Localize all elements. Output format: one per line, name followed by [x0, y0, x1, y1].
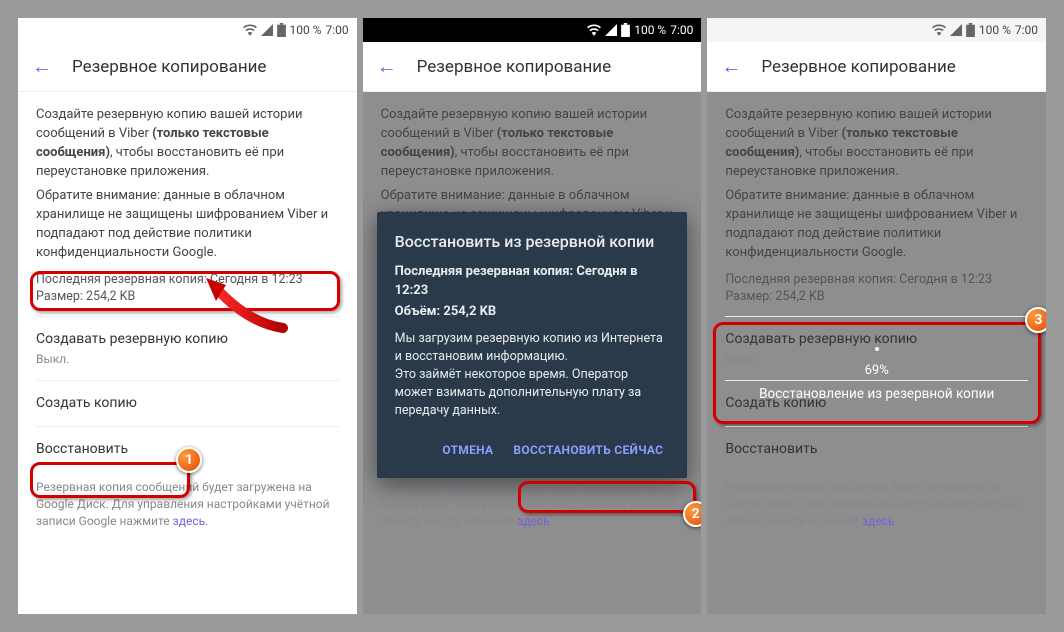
- wifi-icon: [243, 24, 257, 36]
- clock: 7:00: [1015, 23, 1038, 37]
- annotation-badge-1: 1: [176, 447, 202, 473]
- desc-1: Создайте резервную копию вашей истории с…: [725, 106, 1028, 181]
- status-bar: 100 % 7:00: [363, 18, 702, 42]
- battery-icon: [966, 23, 975, 37]
- signal-icon: [261, 24, 273, 36]
- dialog-restore-now-button[interactable]: ВОССТАНОВИТЬ СЕЙЧАС: [507, 434, 669, 467]
- wifi-icon: [587, 24, 601, 36]
- page-title: Резервное копирование: [417, 57, 611, 77]
- clock: 7:00: [326, 23, 349, 37]
- create-backup-item[interactable]: Создать копию: [36, 380, 339, 425]
- desc-1: Создайте резервную копию вашей истории с…: [381, 106, 684, 181]
- footer-note: Резервная копия сообщений будет загружен…: [381, 479, 684, 529]
- progress-label: Восстановление из резервной копии: [721, 386, 1032, 402]
- battery-icon: [621, 23, 630, 37]
- restore-item[interactable]: Восстановить: [725, 426, 1028, 471]
- back-icon[interactable]: ←: [32, 54, 52, 79]
- phone-screen-3: 100 % 7:00 ← Резервное копирование Созда…: [707, 18, 1046, 614]
- dialog-size: Объём: 254,2 KB: [395, 303, 670, 322]
- battery-pct: 100 %: [634, 23, 666, 37]
- progress-percent: 69%: [721, 363, 1032, 378]
- dialog-title: Восстановить из резервной копии: [395, 230, 670, 253]
- last-backup-line: Последняя резервная копия: Сегодня в 12:…: [36, 271, 339, 289]
- desc-2: Обратите внимание: данные в облачном хра…: [725, 187, 1028, 262]
- create-backup-label: Создать копию: [36, 393, 339, 413]
- page-title: Резервное копирование: [761, 57, 955, 77]
- phone-screen-2: 100 % 7:00 ← Резервное копирование Созда…: [363, 18, 702, 614]
- auto-backup-item[interactable]: Создавать резервную копию Выкл.: [36, 316, 339, 381]
- restore-progress: 69% Восстановление из резервной копии: [721, 347, 1032, 402]
- desc-1: Создайте резервную копию вашей истории с…: [36, 106, 339, 181]
- back-icon[interactable]: ←: [377, 54, 397, 79]
- last-backup-info: Последняя резервная копия: Сегодня в 12:…: [36, 271, 339, 306]
- wifi-icon: [932, 24, 946, 36]
- dialog-cancel-button[interactable]: ОТМЕНА: [436, 434, 499, 467]
- battery-pct: 100 %: [979, 23, 1011, 37]
- auto-backup-label: Создавать резервную копию: [36, 329, 339, 349]
- status-bar: 100 % 7:00: [18, 18, 357, 42]
- battery-pct: 100 %: [290, 23, 322, 37]
- page-title: Резервное копирование: [72, 57, 266, 77]
- clock: 7:00: [670, 23, 693, 37]
- last-backup-info: Последняя резервная копия: Сегодня в 12:…: [725, 271, 1028, 306]
- auto-backup-sub: Выкл.: [36, 351, 339, 368]
- backup-size-line: Размер: 254,2 KB: [36, 288, 339, 306]
- status-bar: 100 % 7:00: [707, 18, 1046, 42]
- back-icon[interactable]: ←: [721, 54, 741, 79]
- dialog-last-backup: Последняя резервная копия: Сегодня в 12:…: [395, 263, 670, 301]
- annotation-badge-3: 3: [1025, 307, 1046, 333]
- footer-note: Резервная копия сообщений будет загружен…: [725, 479, 1028, 529]
- restore-dialog: Восстановить из резервной копии Последня…: [377, 212, 688, 478]
- signal-icon: [950, 24, 962, 36]
- desc-2: Обратите внимание: данные в облачном хра…: [36, 187, 339, 262]
- footer-note: Резервная копия сообщений будет загружен…: [36, 479, 339, 529]
- spinner-icon: [875, 347, 879, 351]
- battery-icon: [277, 23, 286, 37]
- google-settings-link[interactable]: здесь: [173, 514, 206, 528]
- phone-screen-1: 100 % 7:00 ← Резервное копирование Созда…: [18, 18, 357, 614]
- dialog-body: Мы загрузим резервную копию из Интернета…: [395, 330, 670, 421]
- signal-icon: [605, 24, 617, 36]
